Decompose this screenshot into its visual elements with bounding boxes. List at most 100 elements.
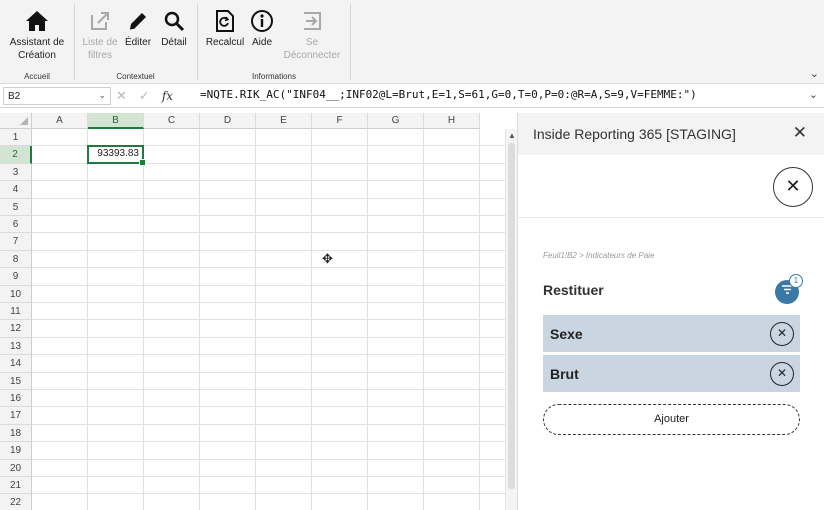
- fx-icon[interactable]: fx: [162, 89, 173, 103]
- chip-remove-icon[interactable]: ✕: [770, 362, 794, 386]
- column-header[interactable]: B: [88, 113, 144, 129]
- select-all-corner[interactable]: [0, 113, 32, 129]
- grid-line: [32, 389, 505, 390]
- side-panel: Inside Reporting 365 [STAGING] ✕ ✕ Feuil…: [517, 113, 824, 510]
- ribbon-group-contextuel: Liste de filtres Éditer Détail Contextue…: [75, 0, 196, 84]
- ribbon: Assistant de Création Accueil Liste de f…: [0, 0, 824, 84]
- row-header[interactable]: 7: [0, 233, 32, 251]
- ajouter-button[interactable]: Ajouter: [543, 404, 800, 435]
- assistant-creation-label2: Création: [18, 50, 56, 61]
- group-label-contextuel: Contextuel: [116, 72, 155, 81]
- recalcul-label: Recalcul: [205, 37, 245, 48]
- row-header[interactable]: 22: [0, 494, 32, 510]
- expand-formula-chevron-icon[interactable]: ⌄: [809, 88, 818, 101]
- grid-line: [32, 284, 505, 286]
- liste-filtres-button[interactable]: Liste de filtres: [80, 6, 120, 62]
- column-header[interactable]: H: [424, 113, 480, 129]
- detail-label: Détail: [161, 37, 187, 48]
- ribbon-collapse-chevron-icon[interactable]: ⌄: [810, 67, 819, 80]
- panel-divider: [518, 217, 824, 218]
- se-deconnecter-button[interactable]: Se Déconnecter: [280, 6, 344, 62]
- logout-icon: [280, 6, 344, 36]
- name-box[interactable]: B2 ⌄: [3, 87, 111, 105]
- grid-line: [32, 215, 505, 216]
- row-header[interactable]: 1: [0, 129, 32, 147]
- grid-line: [32, 371, 505, 373]
- column-header[interactable]: C: [144, 113, 200, 129]
- column-header[interactable]: D: [200, 113, 256, 129]
- chip-label: Sexe: [550, 326, 583, 342]
- grid-line: [32, 354, 505, 356]
- editer-label: Éditer: [124, 37, 152, 48]
- detail-button[interactable]: Détail: [156, 6, 192, 49]
- scrollbar-thumb[interactable]: [508, 143, 515, 489]
- row-header[interactable]: 17: [0, 407, 32, 425]
- scroll-up-arrow-icon[interactable]: ▲: [508, 131, 516, 140]
- chip-remove-icon[interactable]: ✕: [770, 322, 794, 346]
- breadcrumb[interactable]: Feuil1!B2 > Indicateurs de Paie: [543, 251, 654, 260]
- name-box-value: B2: [8, 91, 21, 102]
- column-header[interactable]: F: [312, 113, 368, 129]
- refresh-doc-icon: [204, 6, 246, 36]
- row-header[interactable]: 2: [0, 146, 32, 164]
- aide-label: Aide: [251, 37, 272, 48]
- formula-input[interactable]: =NQTE.RIK_AC("INF04__;INF02@L=Brut,E=1,S…: [200, 88, 697, 101]
- group-label-accueil: Accueil: [24, 72, 50, 81]
- external-link-icon: [80, 6, 120, 36]
- row-header[interactable]: 3: [0, 163, 32, 182]
- grid-line: [32, 302, 505, 303]
- row-header[interactable]: 13: [0, 337, 32, 356]
- filter-icon: [781, 285, 793, 297]
- group-label-informations: Informations: [251, 72, 297, 81]
- restituer-title: Restituer: [543, 282, 604, 298]
- row-header[interactable]: 5: [0, 198, 32, 216]
- home-icon: [3, 6, 71, 36]
- row-header[interactable]: 18: [0, 424, 32, 443]
- panel-close-icon[interactable]: ✕: [793, 123, 807, 143]
- chip-sexe: Sexe ✕: [543, 315, 800, 352]
- ribbon-group-accueil: Assistant de Création Accueil: [0, 0, 74, 84]
- grid-line: [32, 406, 505, 408]
- recalcul-button[interactable]: Recalcul: [204, 6, 246, 49]
- row-header[interactable]: 11: [0, 303, 32, 321]
- row-header[interactable]: 16: [0, 390, 32, 408]
- se-deconnecter-label2: Déconnecter: [283, 50, 341, 61]
- chip-brut: Brut ✕: [543, 355, 800, 392]
- row-header[interactable]: 14: [0, 355, 32, 373]
- column-header[interactable]: A: [32, 113, 88, 129]
- panel-title: Inside Reporting 365 [STAGING]: [533, 126, 736, 142]
- row-header[interactable]: 12: [0, 320, 32, 338]
- column-header[interactable]: G: [368, 113, 424, 129]
- info-icon: [248, 6, 276, 36]
- liste-filtres-label1: Liste de: [82, 37, 118, 48]
- column-header[interactable]: E: [256, 113, 312, 129]
- filter-count-badge: 1: [789, 274, 803, 288]
- row-header[interactable]: 6: [0, 216, 32, 234]
- spreadsheet-grid[interactable]: A B C D E F G H 1 2 3 4 5 6 7 8 9 10 11 12 13 14 15 16 17 18 19 20 2…: [0, 113, 505, 510]
- cell-cursor-icon: ✥: [322, 251, 333, 266]
- assistant-creation-label1: Assistant de: [9, 37, 65, 48]
- vertical-scrollbar[interactable]: ▲: [505, 129, 517, 510]
- active-cell[interactable]: 93393.83: [87, 145, 146, 167]
- aide-button[interactable]: Aide: [248, 6, 276, 49]
- grid-line: [32, 267, 505, 269]
- row-header[interactable]: 20: [0, 459, 32, 477]
- row-header[interactable]: 21: [0, 477, 32, 495]
- row-header[interactable]: 8: [0, 250, 32, 269]
- search-icon: [156, 6, 192, 36]
- row-header[interactable]: 10: [0, 285, 32, 303]
- circle-close-button[interactable]: ✕: [773, 167, 813, 207]
- assistant-creation-button[interactable]: Assistant de Création: [3, 6, 71, 62]
- row-header[interactable]: 19: [0, 442, 32, 460]
- cancel-icon[interactable]: ✕: [116, 88, 127, 104]
- row-header[interactable]: 4: [0, 181, 32, 199]
- grid-line: [32, 197, 505, 199]
- grid-line: [32, 249, 505, 251]
- chevron-down-icon[interactable]: ⌄: [98, 90, 106, 101]
- grid-line: [32, 476, 505, 477]
- pencil-icon: [121, 6, 155, 36]
- row-header[interactable]: 9: [0, 268, 32, 286]
- confirm-icon[interactable]: ✓: [139, 88, 150, 104]
- row-header[interactable]: 15: [0, 372, 32, 390]
- editer-button[interactable]: Éditer: [121, 6, 155, 49]
